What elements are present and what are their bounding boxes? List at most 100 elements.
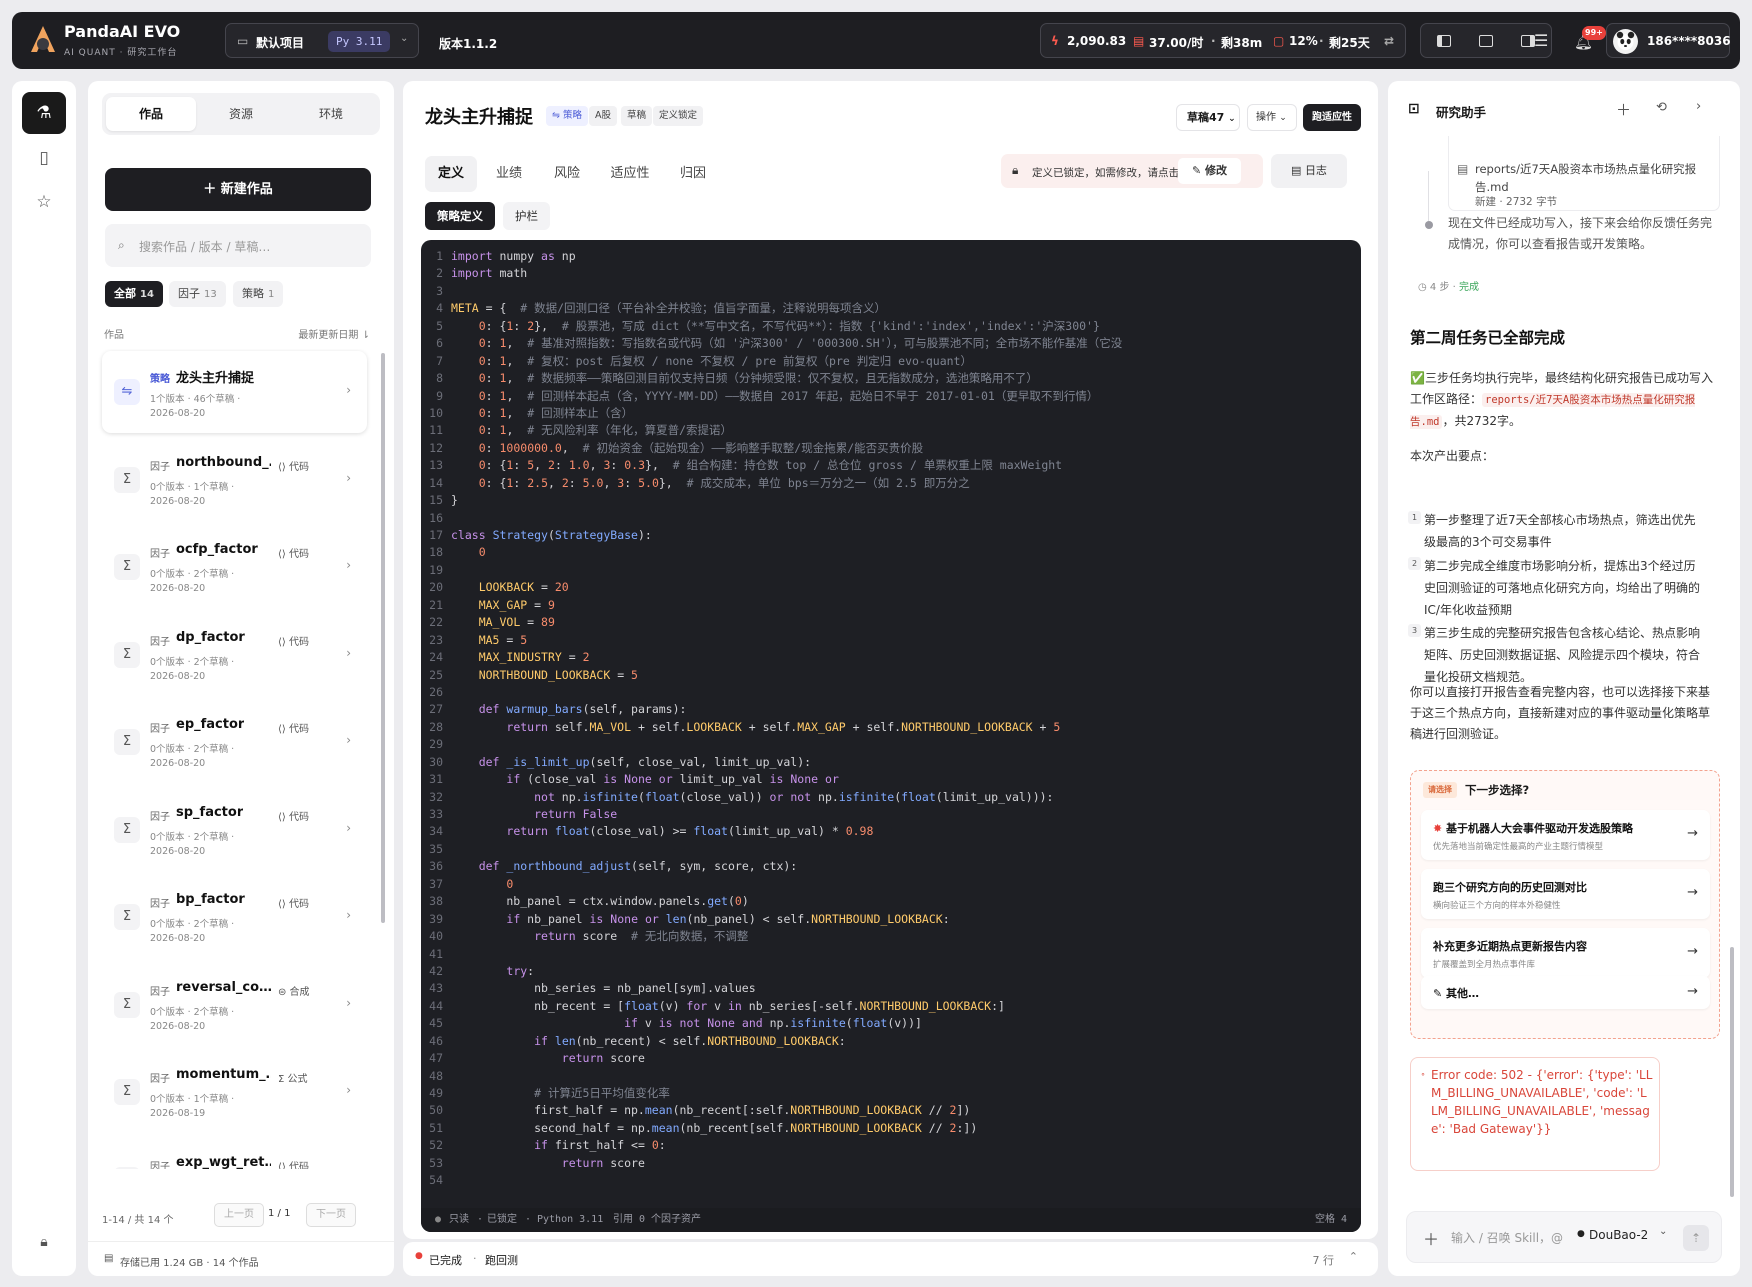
new-work-button[interactable]: ＋ 新建作品 <box>105 168 371 211</box>
filter-all[interactable]: 全部 14 <box>105 281 163 307</box>
work-item[interactable]: Σ 因子 dp_factor ⟨⟩ 代码 0个版本 · 2个草稿 · 2026-08-20… <box>102 614 367 696</box>
star-icon[interactable]: ☆ <box>22 181 66 223</box>
assistant-scrollbar[interactable] <box>1730 947 1734 1197</box>
log-button[interactable]: ▤ 日志 <box>1271 154 1347 188</box>
choice-item[interactable]: 跑三个研究方向的历史回测对比 横向验证三个方向的样本外稳健性 → <box>1421 869 1710 919</box>
tab-definition[interactable]: 定义 <box>425 156 477 192</box>
filter-factor[interactable]: 因子 13 <box>169 281 226 307</box>
choice-item[interactable]: ✎ 其他… → <box>1421 976 1710 1009</box>
user-menu[interactable]: 186****8036 <box>1606 23 1731 58</box>
line-number: 37 <box>429 876 443 891</box>
step-text: 第三步生成的完整研究报告包含核心结论、热点影响矩阵、历史回测数据证据、风险提示四… <box>1424 626 1701 684</box>
attach-plus-icon[interactable]: ＋ <box>1423 1226 1439 1250</box>
code-line: 29 <box>421 736 1361 753</box>
run-status: 已完成 <box>429 1254 462 1267</box>
code-text: import math <box>451 266 528 281</box>
work-tag: ⟨⟩ 代码 <box>278 549 309 560</box>
choice-item[interactable]: ✸ 基于机器人大会事件驱动开发选股策略 优先落地当前确定性最高的产业主题行情模型 → <box>1421 810 1710 860</box>
line-number: 41 <box>429 946 443 961</box>
code-line: 20 LOOKBACK = 20 <box>421 579 1361 596</box>
work-type: 因子 <box>150 636 170 648</box>
version-label[interactable]: 版本1.1.2 <box>439 35 497 52</box>
usage-metrics[interactable]: ϟ 2,090.83 ▤ 37.00/时 · 剩38m ▢ 12% · 剩25天… <box>1040 23 1406 58</box>
code-text: import numpy as np <box>451 249 576 263</box>
chevron-right-icon: › <box>346 558 351 572</box>
file-card[interactable]: ▤ reports/近7天A股资本市场热点量化研究报告.md 新建 · 2732… <box>1448 136 1720 211</box>
code-line: 48 <box>421 1068 1361 1085</box>
send-icon[interactable]: ⇡ <box>1683 1225 1709 1251</box>
book-icon[interactable]: ▯ <box>22 137 66 179</box>
database-icon: ▤ <box>104 1253 114 1264</box>
work-item[interactable]: Σ 因子 northbound_… ⟨⟩ 代码 0个版本 · 1个草稿 · 2026-08… <box>102 439 367 521</box>
tab-risk[interactable]: 风险 <box>541 156 593 192</box>
line-number: 45 <box>429 1016 443 1031</box>
menu-icon[interactable]: ☰ <box>1534 31 1548 50</box>
code-text: if len(nb_recent) < self.NORTHBOUND_LOOK… <box>534 1033 846 1048</box>
code-text: def warmup_bars(self, params): <box>478 702 687 717</box>
project-selector[interactable]: ▭ 默认项目 Py 3.11 ⌄ <box>225 23 419 58</box>
subtab-guardrails[interactable]: 护栏 <box>503 202 550 230</box>
code-text: 0: 1, # 数据频率——策略回测目前仅支持日频（分钟频受限：仅不复权，且无指… <box>478 371 1038 386</box>
work-item[interactable]: Σ 因子 bp_factor ⟨⟩ 代码 0个版本 · 2个草稿 · 2026-08-20… <box>102 876 367 958</box>
line-number: 24 <box>429 650 443 665</box>
code-content[interactable]: 1 import numpy as np 2 import math 3 4 META = … <box>421 248 1361 1188</box>
filter-strategy[interactable]: 策略 1 <box>233 281 284 307</box>
column-name-label: 作品 <box>104 330 124 341</box>
code-text: 0: 1, # 回测样本止（含） <box>478 405 634 420</box>
lock-notice-text: 定义已锁定，如需修改，请点击 <box>1032 167 1179 179</box>
line-number: 44 <box>429 998 443 1013</box>
work-item[interactable]: Σ 因子 sp_factor ⟨⟩ 代码 0个版本 · 2个草稿 · 2026-08-20… <box>102 789 367 871</box>
next-page-button[interactable]: 下一页 <box>306 1203 356 1227</box>
layout-left-panel-icon[interactable] <box>1437 35 1451 47</box>
chevron-down-icon[interactable]: ⌄ <box>1659 1226 1667 1237</box>
code-editor[interactable]: 1 import numpy as np 2 import math 3 4 META = … <box>421 240 1361 1232</box>
chat-input[interactable]: ＋ 输入 / 召唤 Skill，@ ● DouBao-2 ⌄ ⇡ <box>1406 1211 1722 1263</box>
list-scrollbar[interactable] <box>381 353 385 923</box>
sort-button[interactable]: 最新更新日期 ⇂ <box>298 326 370 341</box>
run-status-bar[interactable]: ● 已完成 · 跑回测 7 行 ⌃ <box>403 1242 1378 1276</box>
chevron-up-icon[interactable]: ⌃ <box>1349 1250 1358 1263</box>
subtab-strategy-definition[interactable]: 策略定义 <box>425 202 495 230</box>
work-meta: 0个版本 · 2个草稿 · <box>150 919 235 930</box>
layout-split-icon[interactable] <box>1479 35 1493 47</box>
app-name: PandaAI EVO <box>64 22 181 41</box>
run-adaptability-button[interactable]: 跑适应性 <box>1303 104 1361 131</box>
page-indicator: 1 / 1 <box>268 1208 291 1219</box>
lock-icon[interactable]: 🔒︎ <box>22 1221 66 1263</box>
work-item[interactable]: Σ 因子 momentum_… Σ 公式 0个版本 · 1个草稿 · 2026-08-19… <box>102 1051 367 1133</box>
plus-icon[interactable]: ＋ <box>1616 99 1631 120</box>
tab-works[interactable]: 作品 <box>106 97 196 131</box>
history-icon[interactable]: ⟲ <box>1656 100 1667 115</box>
prev-page-button[interactable]: 上一页 <box>214 1203 264 1227</box>
top-bar: PandaAI EVO AI QUANT · 研究工作台 ▭ 默认项目 Py 3… <box>12 12 1740 69</box>
tab-environment[interactable]: 环境 <box>286 97 376 131</box>
pencil-icon: ✎ <box>1191 164 1206 177</box>
work-item[interactable]: Σ 因子 reversal_co… ⊜ 合成 0个版本 · 2个草稿 · 2026-08-… <box>102 964 367 1046</box>
line-number: 29 <box>429 737 443 752</box>
choice-item[interactable]: 补充更多近期热点更新报告内容 扩展覆盖到全月热点事件库 → <box>1421 928 1710 978</box>
model-selector[interactable]: DouBao-2 <box>1589 1228 1648 1242</box>
tab-resources[interactable]: 资源 <box>196 97 286 131</box>
user-name: 186****8036 <box>1647 34 1731 48</box>
step-meta[interactable]: ◷ 4 步 · 完成 <box>1418 278 1479 293</box>
ops-menu-button[interactable]: 操作 ⌄ <box>1247 104 1297 131</box>
work-item[interactable]: Σ因子exp_wgt_ret…⟨⟩ 代码› <box>102 1139 367 1169</box>
tab-performance[interactable]: 业绩 <box>483 156 535 192</box>
chevron-down-icon: ⌄ <box>1279 113 1287 123</box>
work-item[interactable]: ⇋ 策略 龙头主升捕捉 1个版本 · 46个草稿 · 2026-08-20 › <box>102 351 367 433</box>
tab-attribution[interactable]: 归因 <box>667 156 719 192</box>
work-item[interactable]: Σ 因子 ocfp_factor ⟨⟩ 代码 0个版本 · 2个草稿 · 2026-08-… <box>102 526 367 608</box>
collapse-icon[interactable]: › <box>1696 99 1701 114</box>
layout-right-panel-icon[interactable] <box>1521 35 1535 47</box>
code-line: 51 second_half = np.mean(nb_recent[self.… <box>421 1120 1361 1137</box>
search-input[interactable]: ⌕ 搜索作品 / 版本 / 草稿… <box>105 224 371 267</box>
error-dot-icon: ° <box>1421 1072 1425 1081</box>
log-icon: ▤ <box>1291 164 1305 177</box>
draft-selector[interactable]: 草稿47 ⌄ <box>1176 104 1240 131</box>
tab-adaptability[interactable]: 适应性 <box>599 156 661 192</box>
line-number: 14 <box>429 475 443 490</box>
edit-button[interactable]: ✎ 修改 <box>1178 158 1241 184</box>
work-item[interactable]: Σ 因子 ep_factor ⟨⟩ 代码 0个版本 · 2个草稿 · 2026-08-20… <box>102 701 367 783</box>
flask-icon[interactable]: ⚗ <box>22 92 66 134</box>
days-left: 剩25天 <box>1329 36 1370 50</box>
